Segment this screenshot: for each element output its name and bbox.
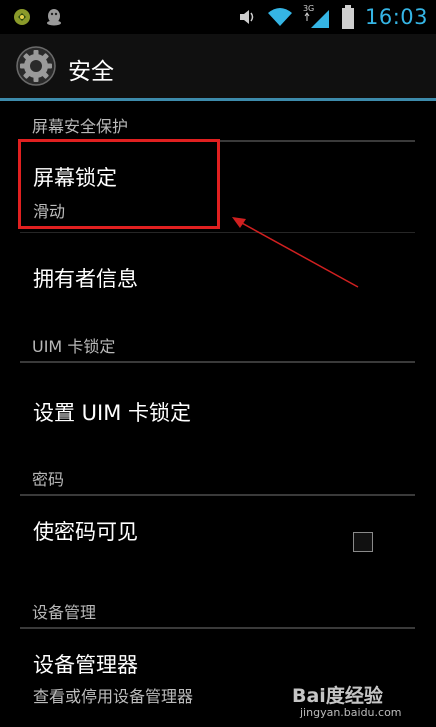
owner-info-item[interactable]: 拥有者信息 xyxy=(0,233,436,317)
android-security-settings-screen: 3G 16:03 安全 屏幕安全保护 屏幕锁定 滑动 拥有者信息 UIM 卡锁定… xyxy=(0,0,436,727)
action-bar-underline xyxy=(0,98,436,101)
watermark-url: jingyan.baidu.com xyxy=(300,706,402,719)
device-admin-summary: 查看或停用设备管理器 xyxy=(33,687,194,706)
show-password-checkbox[interactable] xyxy=(353,532,373,552)
signal-icon: 3G xyxy=(303,4,331,30)
set-uim-lock-item[interactable]: 设置 UIM 卡锁定 xyxy=(0,363,436,449)
baidu-jingyan-watermark: Bai度经验 jingyan.baidu.com xyxy=(292,681,422,721)
status-clock: 16:03 xyxy=(364,5,428,29)
section-header-device-admin: 设备管理 xyxy=(32,603,97,622)
watermark-brand: Bai度经验 xyxy=(292,685,383,707)
action-bar: 安全 xyxy=(0,34,436,98)
set-uim-lock-title: 设置 UIM 卡锁定 xyxy=(33,401,192,425)
show-password-title: 使密码可见 xyxy=(33,520,138,544)
qq-icon xyxy=(47,9,61,26)
wifi-icon xyxy=(267,8,292,26)
settings-gear-icon[interactable] xyxy=(16,46,56,86)
sync-app-icon xyxy=(14,9,30,25)
device-admin-title: 设备管理器 xyxy=(33,653,138,677)
section-header-password: 密码 xyxy=(32,470,65,489)
section-header-screen-security: 屏幕安全保护 xyxy=(32,117,129,136)
annotation-highlight-box xyxy=(18,139,220,229)
status-icons: 3G 16:03 xyxy=(237,0,428,34)
status-bar: 3G 16:03 xyxy=(0,0,436,34)
battery-icon xyxy=(341,5,354,29)
volume-icon xyxy=(239,10,254,24)
owner-info-title: 拥有者信息 xyxy=(33,267,138,291)
section-header-uim-lock: UIM 卡锁定 xyxy=(32,337,116,356)
page-title: 安全 xyxy=(68,59,114,85)
